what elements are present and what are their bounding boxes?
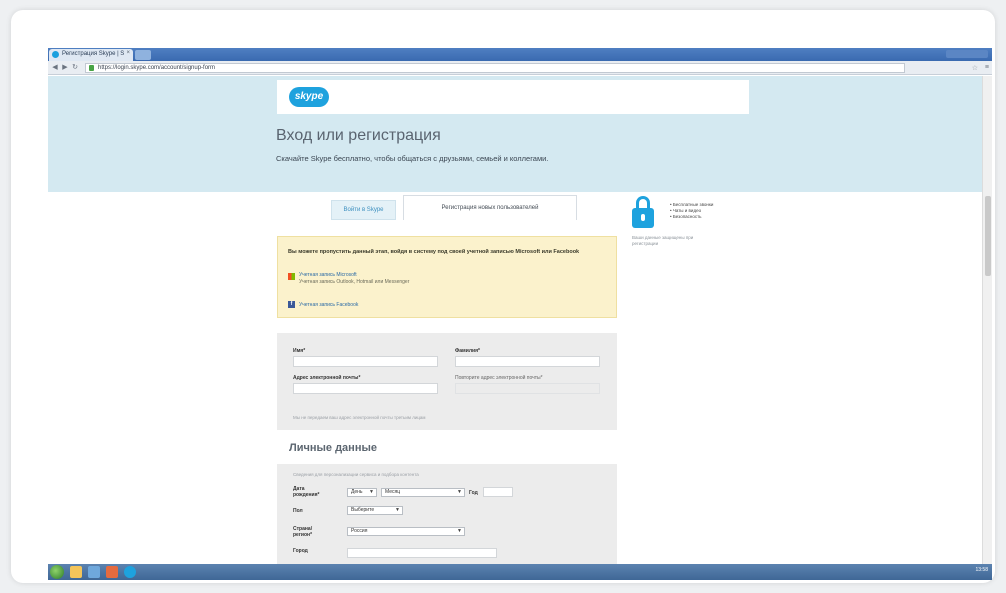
email-repeat-input[interactable]	[455, 383, 600, 394]
skype-favicon-icon	[52, 51, 59, 58]
gender-value: Выберите	[351, 507, 375, 513]
chevron-down-icon: ▼	[457, 528, 462, 534]
secure-lock-icon	[89, 65, 94, 71]
browser-toolbar: ◀ ▶ ↻ https://login.skype.com/account/si…	[48, 61, 992, 75]
birth-month-select[interactable]: Месяц ▼	[381, 488, 465, 497]
media-icon[interactable]	[88, 566, 100, 578]
security-note-line: регистрации	[632, 241, 659, 246]
city-label: Город	[293, 548, 308, 554]
birth-day-value: День	[351, 489, 363, 495]
page-subtitle: Скачайте Skype бесплатно, чтобы общаться…	[276, 154, 549, 163]
chevron-down-icon: ▼	[395, 507, 400, 513]
microsoft-account-description: Учетная запись Outlook, Hotmail или Mess…	[299, 279, 410, 285]
personal-intro: Сведения для персонализации сервиса и по…	[293, 472, 419, 477]
first-name-label: Имя*	[293, 348, 306, 354]
page-header: skype Вход или регистрация Скачайте Skyp…	[48, 76, 982, 192]
skype-taskbar-icon[interactable]	[124, 566, 136, 578]
address-bar-url: https://login.skype.com/account/signup-f…	[98, 65, 216, 71]
birth-day-select[interactable]: День ▼	[347, 488, 377, 497]
bookmark-star-icon[interactable]: ☆	[972, 64, 978, 72]
browser-titlebar: Регистрация Skype | S ×	[48, 48, 992, 61]
email-privacy-hint: Мы не передаем ваш адрес электронной поч…	[293, 415, 426, 420]
birth-year-label: Год	[469, 490, 478, 496]
personal-section-title: Личные данные	[289, 442, 377, 454]
address-bar[interactable]: https://login.skype.com/account/signup-f…	[85, 63, 905, 73]
window-controls[interactable]	[946, 50, 988, 58]
benefit-item: • Безопасность	[670, 214, 702, 219]
start-button[interactable]	[50, 565, 64, 579]
browser-menu-icon[interactable]: ≡	[985, 64, 989, 71]
page-title: Вход или регистрация	[276, 127, 441, 144]
chevron-down-icon: ▼	[369, 489, 374, 495]
microsoft-icon	[288, 273, 295, 280]
country-value: Россия	[351, 528, 368, 534]
chrome-icon[interactable]	[106, 566, 118, 578]
screenshot-frame: Регистрация Skype | S × ◀ ▶ ↻ https://lo…	[11, 10, 995, 583]
facebook-account-link[interactable]: Учетная запись Facebook	[299, 302, 358, 308]
birth-year-input[interactable]	[483, 487, 513, 497]
browser-tab[interactable]: Регистрация Skype | S ×	[49, 49, 133, 61]
tab-title: Регистрация Skype | S	[62, 51, 125, 57]
desktop-screen: Регистрация Skype | S × ◀ ▶ ↻ https://lo…	[48, 48, 992, 580]
logo-bar: skype	[277, 80, 749, 114]
last-name-input[interactable]	[455, 356, 600, 367]
last-name-label: Фамилия*	[455, 348, 480, 354]
signin-alternative-notice: Вы можете пропустить данный этап, войдя …	[277, 236, 617, 318]
lock-icon	[632, 196, 654, 230]
forward-button[interactable]: ▶	[61, 64, 69, 72]
microsoft-account-link[interactable]: Учетная запись Microsoft	[299, 272, 357, 278]
city-input[interactable]	[347, 548, 497, 558]
gender-label: Пол	[293, 508, 303, 514]
gender-select[interactable]: Выберите ▼	[347, 506, 403, 515]
tab-register[interactable]: Регистрация новых пользователей	[403, 195, 577, 220]
email-input[interactable]	[293, 383, 438, 394]
back-button[interactable]: ◀	[51, 64, 59, 72]
security-note: Ваши данные защищены при регистрации	[632, 235, 693, 247]
tab-close-icon[interactable]: ×	[126, 50, 130, 56]
skype-logo[interactable]: skype	[289, 87, 329, 107]
tab-signin[interactable]: Войти в Skype	[331, 200, 396, 220]
birth-month-value: Месяц	[385, 489, 401, 495]
country-label: Страна/регион*	[293, 526, 313, 538]
email-label: Адрес электронной почты*	[293, 375, 361, 381]
page-scrollbar[interactable]	[982, 76, 992, 564]
email-repeat-label: Повторите адрес электронной почты*	[455, 375, 543, 381]
windows-taskbar: 13:58	[48, 564, 992, 580]
account-form: Имя* Фамилия* Адрес электронной почты* П…	[277, 333, 617, 430]
reload-button[interactable]: ↻	[71, 64, 79, 72]
system-clock[interactable]: 13:58	[975, 567, 988, 573]
country-select[interactable]: Россия ▼	[347, 527, 465, 536]
personal-form: Сведения для персонализации сервиса и по…	[277, 464, 617, 564]
benefits-list: • Бесплатные звонки • Чаты и видео • Без…	[670, 202, 713, 220]
scrollbar-thumb[interactable]	[985, 196, 991, 276]
chevron-down-icon: ▼	[457, 489, 462, 495]
notice-title: Вы можете пропустить данный этап, войдя …	[288, 249, 580, 255]
new-tab-button[interactable]	[135, 50, 151, 60]
explorer-icon[interactable]	[70, 566, 82, 578]
facebook-icon: f	[288, 301, 295, 308]
first-name-input[interactable]	[293, 356, 438, 367]
birthday-label: Дата рождения*	[293, 486, 320, 498]
main-content: Войти в Skype Регистрация новых пользова…	[48, 192, 982, 564]
